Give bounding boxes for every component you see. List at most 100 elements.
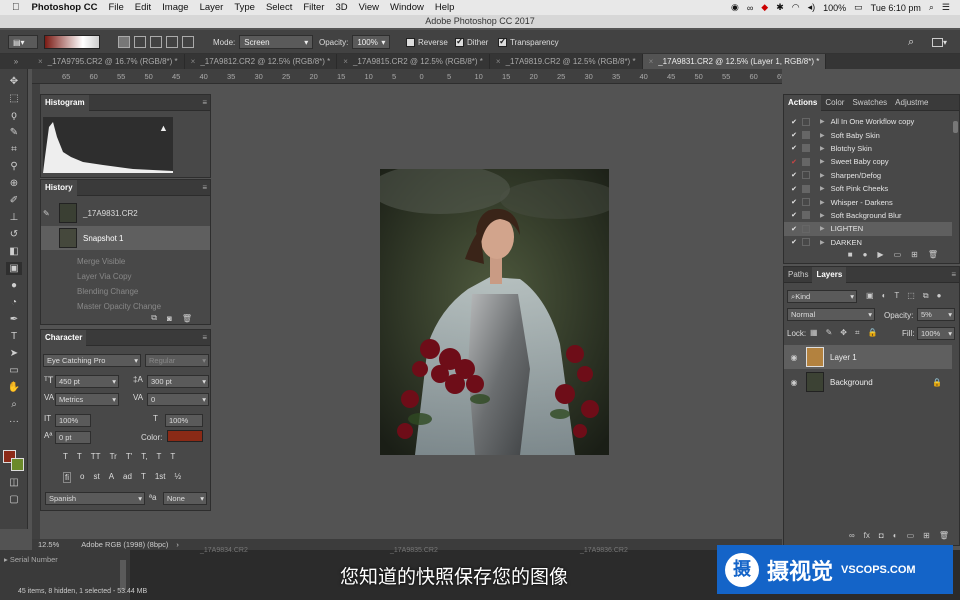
vertical-scale-input[interactable]: 100%: [55, 414, 91, 427]
action-enabled-check-icon[interactable]: ✔: [789, 158, 799, 166]
menu-edit[interactable]: Edit: [135, 2, 151, 13]
status-menu-arrow-icon[interactable]: ›: [176, 540, 179, 549]
menu-type[interactable]: Type: [234, 2, 255, 13]
action-item[interactable]: ✔ ▶ Soft Background Blur: [784, 209, 952, 222]
layer-filter-select[interactable]: ⌕ Kind ▾: [787, 290, 857, 303]
action-item[interactable]: ✔ ▶ Whisper - Darkens: [784, 195, 952, 208]
horizontal-ruler[interactable]: 65 60 55 50 45 40 35 30 25 20 15 10 5 0 5 10 15 20 25 30 35 4…: [32, 69, 782, 84]
menu-select[interactable]: Select: [266, 2, 292, 13]
faux-italic-button[interactable]: T: [77, 452, 82, 461]
kerning-select[interactable]: Metrics ▾: [55, 393, 119, 406]
action-item[interactable]: ✔ ▶ Sharpen/Defog: [784, 169, 952, 182]
visibility-eye-icon[interactable]: ◉: [784, 378, 804, 387]
hand-tool-icon[interactable]: ✋: [6, 381, 22, 394]
tracking-select[interactable]: 0 ▾: [147, 393, 209, 406]
superscript-button[interactable]: T': [126, 452, 132, 461]
close-icon[interactable]: ×: [649, 57, 654, 66]
leading-input[interactable]: 300 pt ▾: [147, 375, 209, 388]
panel-menu-icon[interactable]: ≡: [202, 333, 207, 342]
adobe-icon[interactable]: ◆: [761, 2, 768, 13]
angle-gradient-icon[interactable]: [150, 36, 162, 48]
expand-arrow-icon[interactable]: ▶: [820, 199, 825, 206]
dodge-tool-icon[interactable]: ◔: [6, 296, 22, 309]
font-size-input[interactable]: 450 pt ▾: [55, 375, 119, 388]
menu-3d[interactable]: 3D: [335, 2, 347, 13]
scrollbar[interactable]: [120, 560, 126, 590]
filter-shape-icon[interactable]: ⬚: [907, 291, 915, 301]
history-step[interactable]: Merge Visible: [41, 254, 210, 269]
lock-all-icon[interactable]: 🔒: [867, 328, 877, 338]
record-icon[interactable]: ◉: [731, 2, 739, 13]
opacity-input[interactable]: 100% ▾: [352, 35, 391, 49]
marquee-tool-icon[interactable]: ⬚: [6, 92, 22, 105]
adjustment-layer-icon[interactable]: ◐: [893, 531, 898, 543]
blur-tool-icon[interactable]: ●: [6, 279, 22, 292]
dialog-toggle-icon[interactable]: [802, 184, 810, 193]
expand-arrow-icon[interactable]: ▶: [820, 118, 825, 125]
dialog-toggle-icon[interactable]: [802, 117, 810, 126]
lock-position-icon[interactable]: ✥: [840, 328, 847, 338]
underline-button[interactable]: T: [156, 452, 161, 461]
history-brush-source-icon[interactable]: ✎: [43, 209, 57, 218]
layer-name[interactable]: Background: [830, 378, 873, 387]
zoom-level[interactable]: 12.5%: [38, 540, 59, 549]
menu-window[interactable]: Window: [390, 2, 424, 13]
titling-alternates-button[interactable]: T: [141, 472, 146, 483]
diamond-gradient-icon[interactable]: [182, 36, 194, 48]
play-icon[interactable]: ▶: [877, 250, 883, 262]
text-color-swatch[interactable]: [167, 430, 203, 442]
menu-filter[interactable]: Filter: [303, 2, 324, 13]
tab-document-2[interactable]: × _17A9812.CR2 @ 12.5% (RGB/8*) *: [185, 54, 338, 69]
tool-preset-picker[interactable]: ▤▾: [8, 30, 38, 54]
lock-transparent-icon[interactable]: ▦: [810, 328, 818, 338]
tab-document-1[interactable]: × _17A9795.CR2 @ 16.7% (RGB/8*) *: [32, 54, 185, 69]
filter-adjustment-icon[interactable]: ◐: [882, 291, 887, 301]
new-action-icon[interactable]: ⊞: [911, 250, 918, 262]
old-style-button[interactable]: o: [80, 472, 84, 483]
expand-arrow-icon[interactable]: ▶: [820, 185, 825, 192]
reflected-gradient-icon[interactable]: [166, 36, 178, 48]
tab-layers[interactable]: Layers: [812, 266, 847, 283]
menu-layer[interactable]: Layer: [200, 2, 224, 13]
brush-tool-icon[interactable]: ✐: [6, 194, 22, 207]
action-enabled-check-icon[interactable]: ✔: [789, 238, 799, 246]
dialog-toggle-icon[interactable]: [802, 211, 810, 220]
expand-arrow-icon[interactable]: ▶: [820, 212, 825, 219]
new-layer-icon[interactable]: ⊞: [923, 531, 930, 543]
link-layers-icon[interactable]: ∞: [849, 531, 855, 543]
baseline-shift-input[interactable]: 0 pt: [55, 431, 91, 444]
stylistic-alternates-button[interactable]: ad: [123, 472, 132, 483]
bluetooth-icon[interactable]: ✱: [776, 2, 784, 13]
trash-icon[interactable]: 🗑: [928, 250, 938, 262]
close-icon[interactable]: ×: [343, 57, 348, 66]
lasso-tool-icon[interactable]: ϙ: [6, 109, 22, 122]
quick-select-tool-icon[interactable]: ✎: [6, 126, 22, 139]
language-select[interactable]: Spanish ▾: [45, 492, 145, 505]
character-tab[interactable]: Character: [41, 329, 87, 346]
radial-gradient-icon[interactable]: [134, 36, 146, 48]
rectangle-tool-icon[interactable]: ▭: [6, 364, 22, 377]
document-image[interactable]: [380, 169, 609, 455]
expand-arrow-icon[interactable]: ▶: [820, 225, 825, 232]
history-step[interactable]: Layer Via Copy: [41, 269, 210, 284]
action-item[interactable]: ✔ ▶ LIGHTEN: [784, 222, 952, 236]
action-item[interactable]: ✔ ▶ Soft Baby Skin: [784, 128, 952, 141]
layer-opacity-input[interactable]: 5% ▾: [917, 308, 955, 321]
tab-actions[interactable]: Actions: [784, 94, 822, 111]
layer-name[interactable]: Layer 1: [830, 353, 857, 362]
healing-brush-tool-icon[interactable]: ⊕: [6, 177, 22, 190]
vertical-ruler[interactable]: [32, 84, 40, 539]
linear-gradient-icon[interactable]: [118, 36, 130, 48]
visibility-eye-icon[interactable]: ◉: [784, 353, 804, 362]
expand-arrow-icon[interactable]: ▶: [820, 172, 825, 179]
eyedropper-tool-icon[interactable]: ⚲: [6, 160, 22, 173]
expand-arrow-icon[interactable]: ▶: [820, 145, 825, 152]
apple-icon[interactable]: : [12, 2, 20, 13]
tab-adjustments[interactable]: Adjustme: [891, 95, 932, 111]
fractions-button[interactable]: ½: [175, 472, 182, 483]
tab-swatches[interactable]: Swatches: [848, 95, 891, 111]
trash-icon[interactable]: 🗑: [182, 314, 192, 323]
panel-menu-icon[interactable]: ≡: [202, 183, 207, 192]
dialog-toggle-icon[interactable]: [802, 157, 810, 166]
menu-help[interactable]: Help: [435, 2, 455, 13]
